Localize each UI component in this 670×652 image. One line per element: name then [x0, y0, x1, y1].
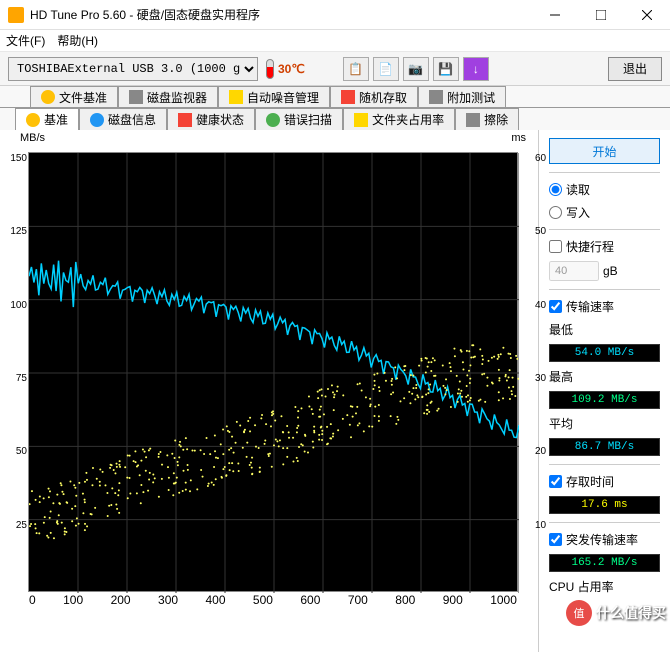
stroke-value-input [549, 261, 599, 281]
tab-disk-info[interactable]: 磁盘信息 [79, 108, 167, 130]
menu-file[interactable]: 文件(F) [6, 32, 45, 49]
drive-select[interactable]: TOSHIBAExternal USB 3.0 (1000 gB) [8, 57, 258, 81]
tab-file-benchmark[interactable]: 文件基准 [30, 86, 118, 107]
avg-label: 平均 [549, 415, 660, 432]
close-button[interactable] [624, 0, 670, 30]
start-button[interactable]: 开始 [549, 138, 660, 164]
speaker-icon [229, 90, 243, 104]
min-value: 54.0 MB/s [549, 344, 660, 362]
info-blue-icon [90, 113, 104, 127]
window-title: HD Tune Pro 5.60 - 硬盘/固态硬盘实用程序 [30, 6, 532, 23]
tab-erase[interactable]: 擦除 [455, 108, 519, 130]
folder-icon [354, 113, 368, 127]
watermark: 值 什么值得买 [566, 600, 666, 626]
transfer-rate-checkbox[interactable] [549, 300, 562, 313]
save-icon[interactable]: 💾 [433, 57, 459, 81]
benchmark-chart: 150125100755025 605040302010 01002003004… [28, 152, 518, 592]
tab-folder-usage[interactable]: 文件夹占用率 [343, 108, 455, 130]
max-value: 109.2 MB/s [549, 391, 660, 409]
min-label: 最低 [549, 321, 660, 338]
exit-button[interactable]: 退出 [608, 57, 662, 81]
cpu-usage-label: CPU 占用率 [549, 578, 660, 595]
info-icon [26, 113, 40, 127]
tab-benchmark[interactable]: 基准 [15, 108, 79, 130]
tab-disk-monitor[interactable]: 磁盘监视器 [118, 86, 218, 107]
write-radio[interactable] [549, 206, 562, 219]
bulb-icon [41, 90, 55, 104]
scan-icon [266, 113, 280, 127]
monitor-icon [129, 90, 143, 104]
y-axis-left-label: MB/s [20, 132, 45, 144]
avg-value: 86.7 MB/s [549, 438, 660, 456]
tab-error-scan[interactable]: 错误扫描 [255, 108, 343, 130]
access-time-checkbox[interactable] [549, 475, 562, 488]
burst-rate-checkbox[interactable] [549, 533, 562, 546]
app-icon [8, 7, 24, 23]
maximize-button[interactable] [578, 0, 624, 30]
quick-stroke-checkbox[interactable] [549, 240, 562, 253]
options-icon[interactable]: ↓ [463, 57, 489, 81]
thermometer-icon [266, 59, 274, 79]
burst-rate-value: 165.2 MB/s [549, 554, 660, 572]
copy-info-icon[interactable]: 📋 [343, 57, 369, 81]
extra-icon [429, 90, 443, 104]
random-icon [341, 90, 355, 104]
tab-extra-tests[interactable]: 附加测试 [418, 86, 506, 107]
menu-help[interactable]: 帮助(H) [57, 32, 98, 49]
screenshot-icon[interactable]: 📷 [403, 57, 429, 81]
minimize-button[interactable] [532, 0, 578, 30]
y-axis-right-label: ms [511, 132, 526, 144]
tab-random-access[interactable]: 随机存取 [330, 86, 418, 107]
health-icon [178, 113, 192, 127]
copy-screenshot-icon[interactable]: 📄 [373, 57, 399, 81]
read-radio[interactable] [549, 183, 562, 196]
max-label: 最高 [549, 368, 660, 385]
temperature-display: 30℃ [266, 59, 305, 79]
tab-health[interactable]: 健康状态 [167, 108, 255, 130]
tab-noise-mgmt[interactable]: 自动噪音管理 [218, 86, 330, 107]
access-time-value: 17.6 ms [549, 496, 660, 514]
erase-icon [466, 113, 480, 127]
